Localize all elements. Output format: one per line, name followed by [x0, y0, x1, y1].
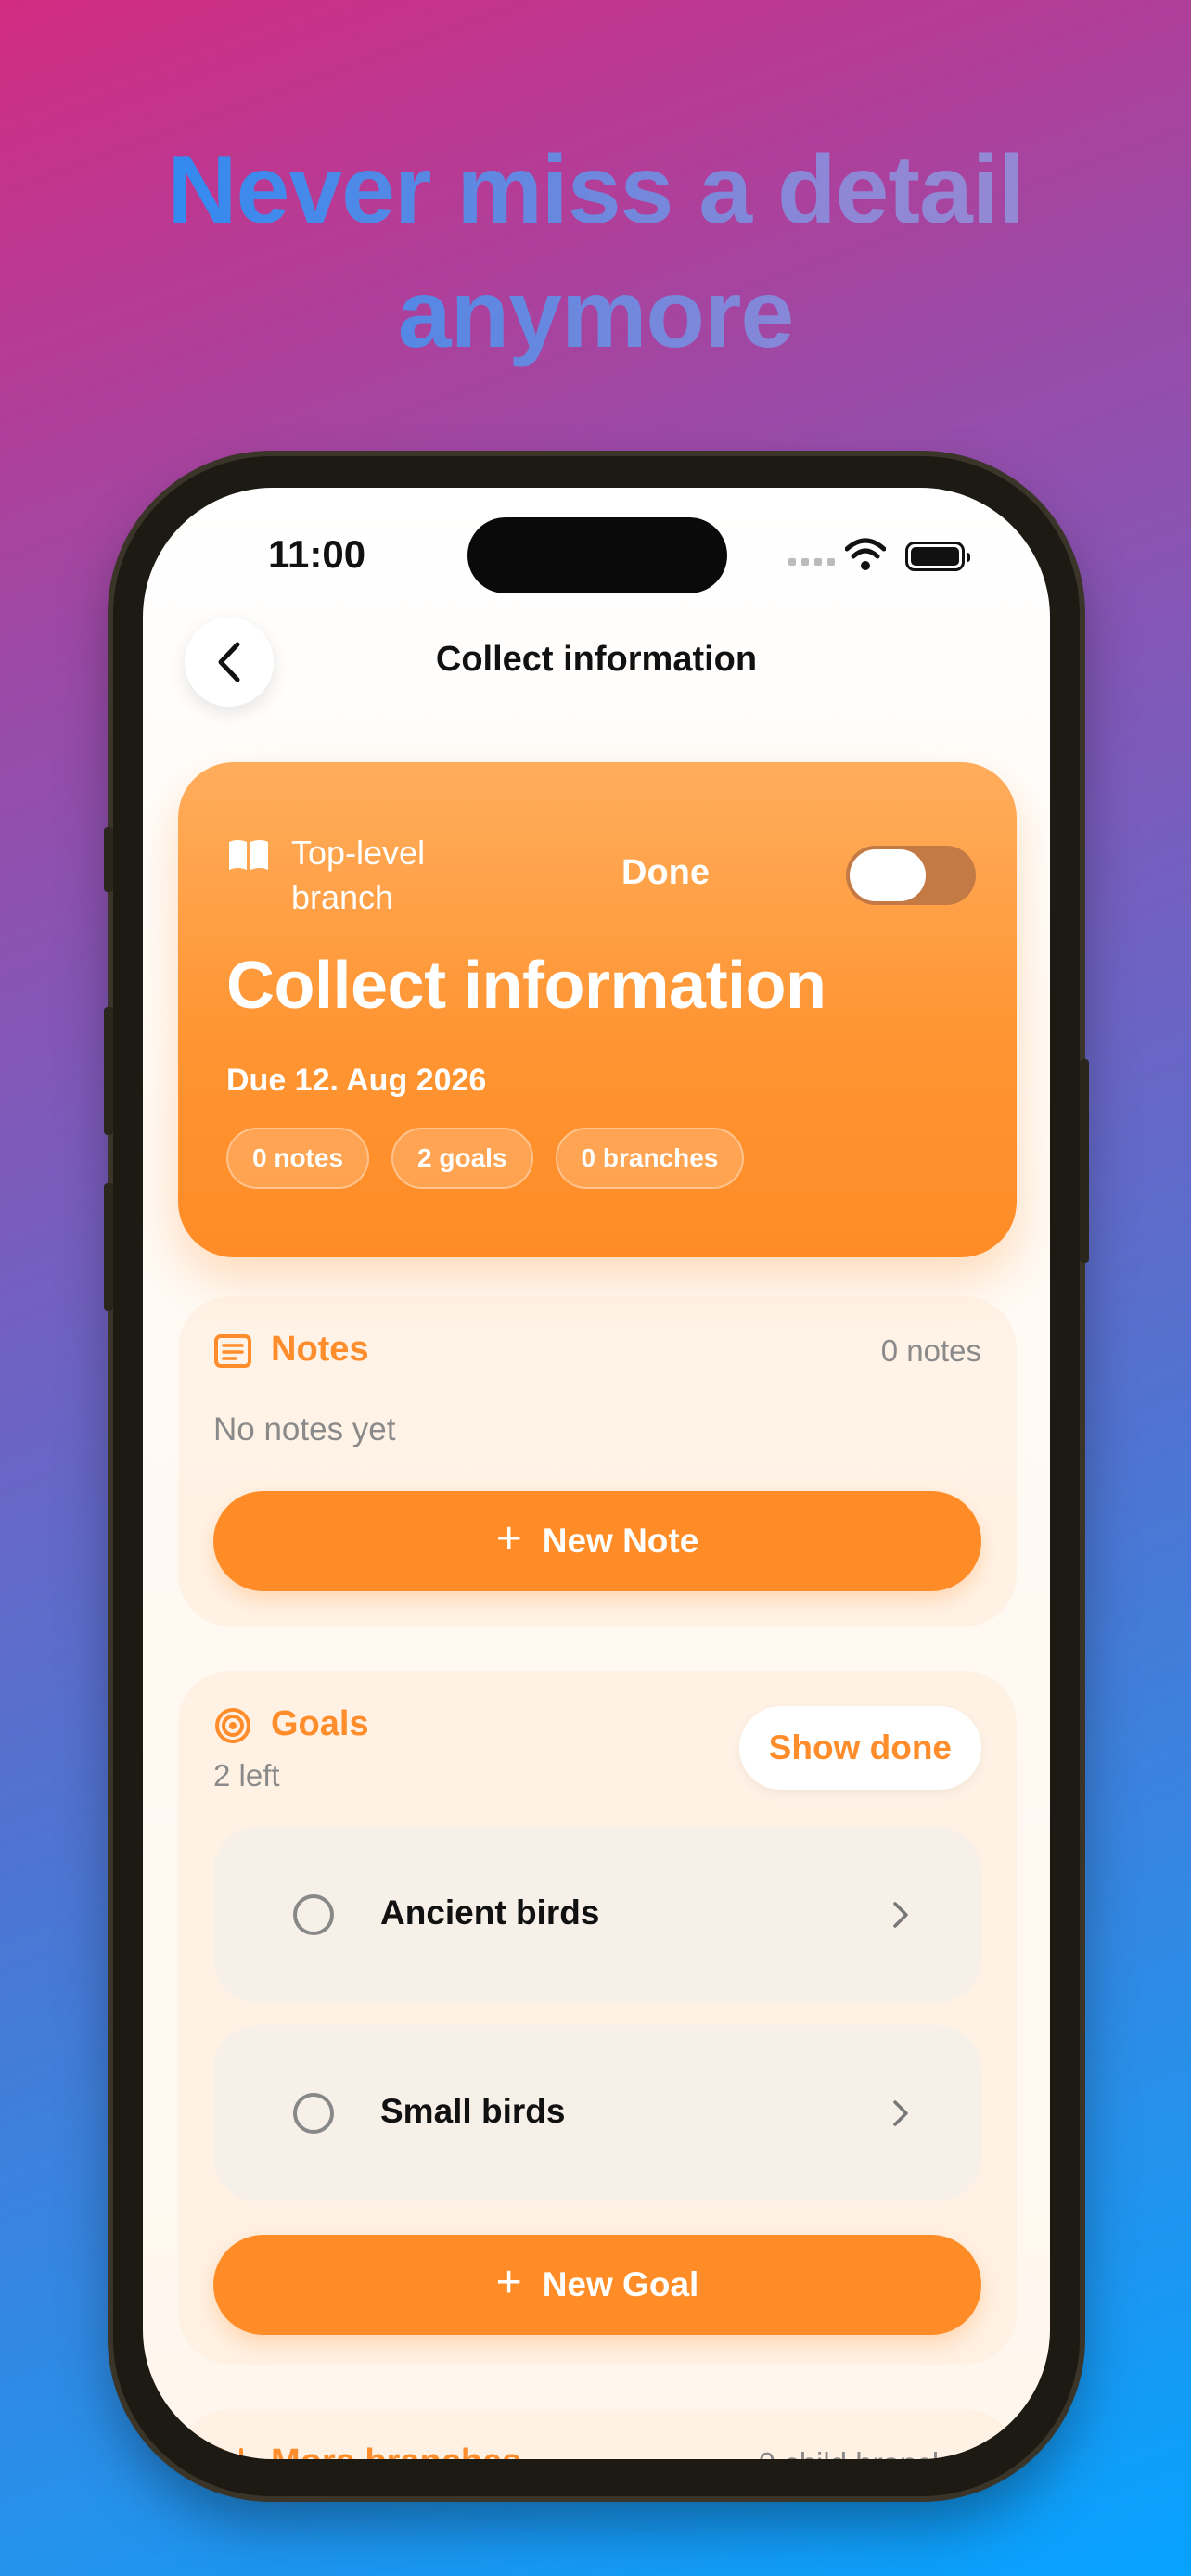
power-button	[1080, 1059, 1089, 1263]
promo-headline: Never miss a detail anymore	[0, 128, 1191, 376]
chip-notes: 0 notes	[226, 1128, 370, 1189]
goal-checkbox[interactable]	[293, 1894, 334, 1935]
wifi-icon	[845, 538, 886, 570]
new-note-button[interactable]: + New Note	[213, 1491, 981, 1591]
dynamic-island	[467, 517, 727, 593]
note-icon	[214, 1334, 251, 1368]
notes-count: 0 notes	[880, 1333, 981, 1368]
branch-header-card: Top-level branch Done Collect informatio…	[178, 762, 1017, 1257]
battery-icon	[905, 542, 970, 571]
chip-branches: 0 branches	[555, 1128, 745, 1189]
new-goal-label: New Goal	[542, 2265, 699, 2303]
summary-chips: 0 notes 2 goals 0 branches	[226, 1128, 745, 1189]
nav-title: Collect information	[435, 640, 758, 679]
goal-checkbox[interactable]	[293, 2093, 334, 2134]
done-toggle[interactable]	[846, 846, 976, 905]
plus-icon: +	[495, 2258, 522, 2307]
chevron-right-icon	[893, 2100, 908, 2126]
goal-row[interactable]: Ancient birds	[213, 1827, 981, 2003]
new-note-label: New Note	[542, 1522, 699, 1560]
branch-icon	[219, 2448, 243, 2459]
phone-screen: 11:00 Collect information Top-level bran…	[143, 488, 1050, 2459]
done-label: Done	[621, 853, 710, 892]
chevron-right-icon	[893, 1902, 908, 1928]
notes-empty-text: No notes yet	[213, 1411, 396, 1447]
goals-title: Goals	[271, 1704, 369, 1743]
mute-switch	[104, 827, 113, 892]
notes-section: Notes 0 notes No notes yet + New Note	[178, 1296, 1017, 1626]
goal-label: Small birds	[380, 2092, 566, 2130]
status-time: 11:00	[268, 532, 366, 576]
branches-title: More branches	[271, 2442, 521, 2459]
show-done-button[interactable]: Show done	[738, 1706, 981, 1790]
promo-headline-line2: anymore	[397, 261, 794, 368]
branch-title: Collect information	[226, 949, 826, 1023]
goal-label: Ancient birds	[380, 1894, 600, 1932]
volume-up-button	[104, 1007, 113, 1135]
goal-row[interactable]: Small birds	[213, 2025, 981, 2201]
cellular-signal-icon	[788, 558, 835, 567]
book-icon	[229, 840, 268, 870]
target-icon	[215, 1708, 250, 1743]
branch-level-label: Top-level branch	[291, 834, 426, 916]
promo-headline-line1: Never miss a detail	[167, 136, 1024, 244]
plus-icon: +	[495, 1514, 522, 1563]
chip-goals: 2 goals	[391, 1128, 533, 1189]
notes-title: Notes	[271, 1330, 369, 1369]
volume-down-button	[104, 1183, 113, 1311]
due-date: Due 12. Aug 2026	[226, 1063, 487, 1098]
goals-section: Goals 2 left Show done Ancient birds Sma…	[178, 1671, 1017, 2365]
branches-count: 0 child branches	[759, 2446, 981, 2459]
goals-remaining: 2 left	[213, 1758, 280, 1792]
new-goal-button[interactable]: + New Goal	[213, 2235, 981, 2335]
branches-section: More branches 0 child branches	[178, 2409, 1017, 2459]
toggle-knob	[850, 849, 926, 901]
